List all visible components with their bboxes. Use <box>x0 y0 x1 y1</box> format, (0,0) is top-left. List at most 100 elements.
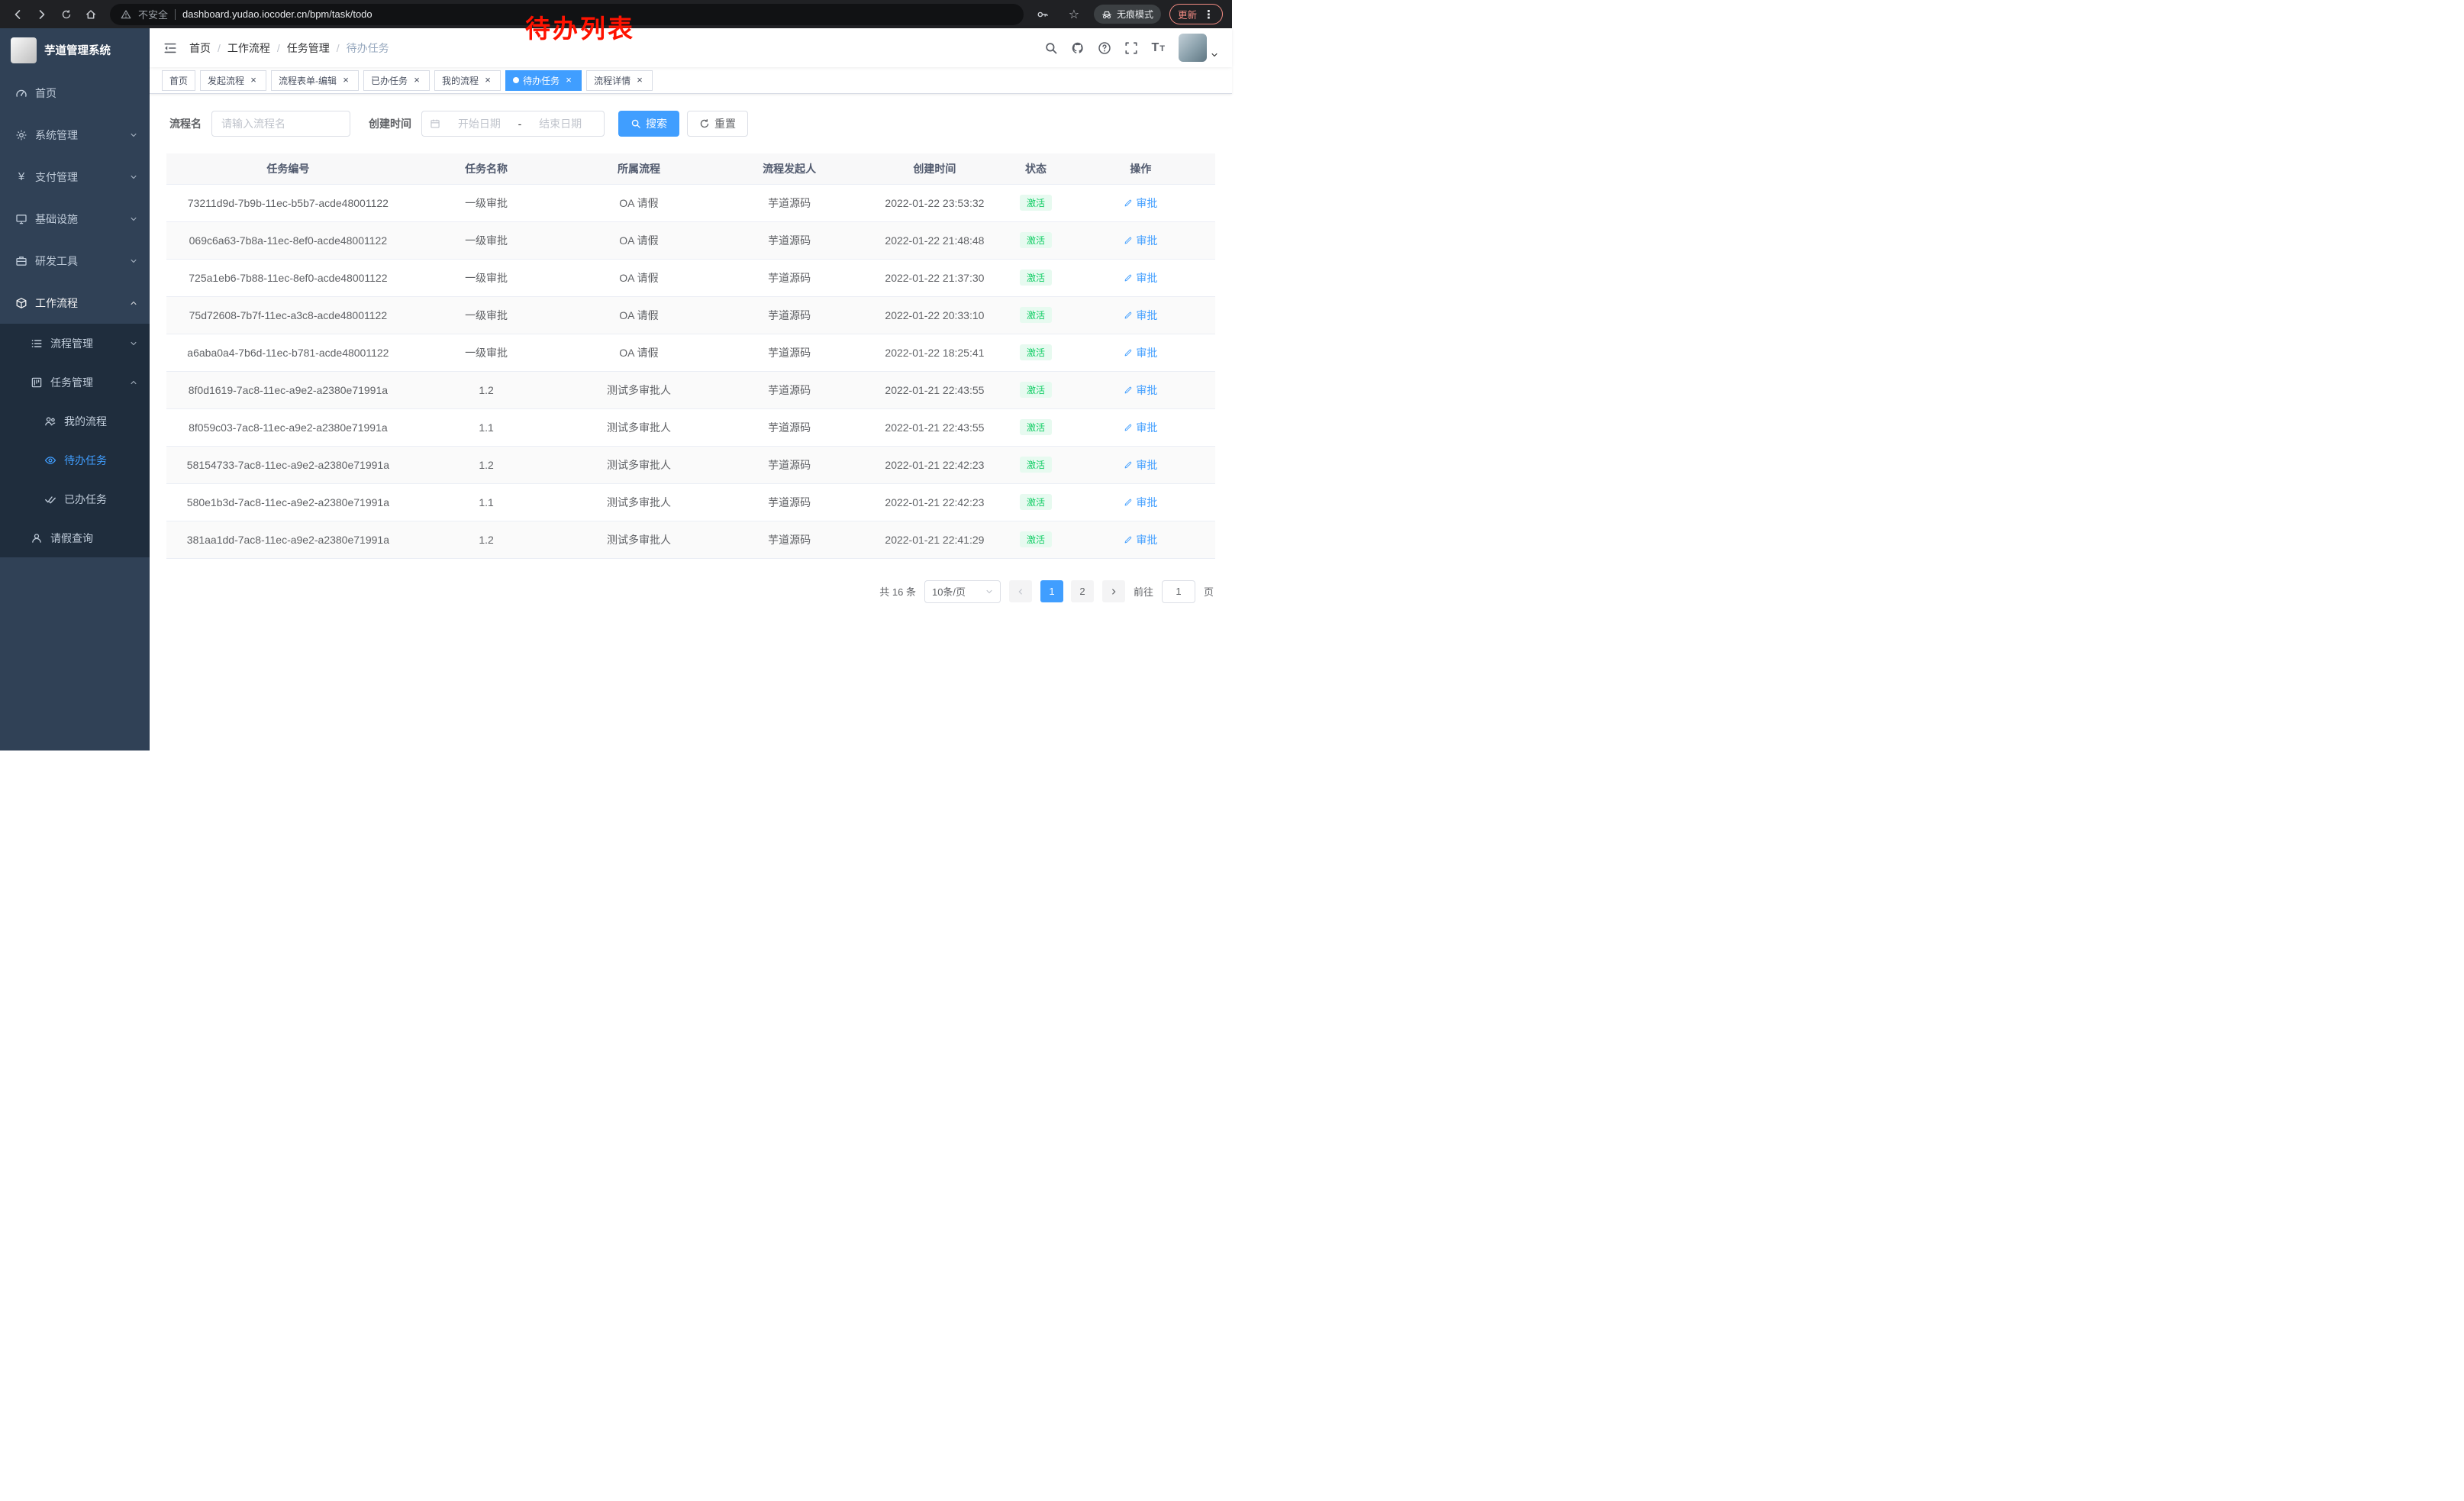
tab-label: 流程表单-编辑 <box>279 74 337 87</box>
approve-button[interactable]: 审批 <box>1124 420 1157 435</box>
sidebar-item-workflow[interactable]: 工作流程 <box>0 282 150 324</box>
cell-task-id: 069c6a63-7b8a-11ec-8ef0-acde48001122 <box>166 221 410 259</box>
cell-action: 审批 <box>1066 483 1215 521</box>
browser-reload-button[interactable] <box>55 3 78 26</box>
sidebar-toggle-button[interactable] <box>163 41 177 55</box>
password-key-button[interactable] <box>1031 3 1054 26</box>
cell-status: 激活 <box>1005 334 1066 371</box>
tabs-bar: 首页 发起流程 流程表单-编辑 已办任务 我的流程 待办任务 流程详情 <box>150 67 1232 94</box>
table-row: a6aba0a4-7b6d-11ec-b781-acde48001122 一级审… <box>166 334 1215 371</box>
cell-status: 激活 <box>1005 259 1066 296</box>
page-button-2[interactable]: 2 <box>1071 580 1094 602</box>
tab-close-icon[interactable] <box>340 75 351 86</box>
tab-close-icon[interactable] <box>634 75 645 86</box>
edit-icon <box>1124 498 1133 507</box>
fullscreen-button[interactable] <box>1124 40 1138 54</box>
edit-icon <box>1124 311 1133 320</box>
cell-initiator: 芋道源码 <box>715 184 864 221</box>
sidebar-item-dev-tools[interactable]: 研发工具 <box>0 240 150 282</box>
reset-button[interactable]: 重置 <box>687 111 748 137</box>
yen-icon <box>15 170 27 183</box>
approve-button[interactable]: 审批 <box>1124 457 1157 473</box>
sidebar-item-todo-task[interactable]: 待办任务 <box>0 441 150 479</box>
help-button[interactable] <box>1098 40 1111 54</box>
status-badge: 激活 <box>1020 195 1052 211</box>
app-logo[interactable]: 芋道管理系统 <box>0 28 150 72</box>
approve-button[interactable]: 审批 <box>1124 195 1157 211</box>
tab-close-icon[interactable] <box>563 75 574 86</box>
home-icon <box>85 8 97 21</box>
next-page-button[interactable] <box>1102 580 1125 602</box>
approve-button[interactable]: 审批 <box>1124 345 1157 360</box>
menu-label: 请假查询 <box>50 531 93 546</box>
search-button[interactable]: 搜索 <box>618 111 679 137</box>
sidebar-item-my-process[interactable]: 我的流程 <box>0 402 150 441</box>
cell-task-name: 一级审批 <box>410 296 563 334</box>
tab-0[interactable]: 首页 <box>162 70 195 91</box>
column-process: 所属流程 <box>563 153 714 184</box>
cell-status: 激活 <box>1005 221 1066 259</box>
tab-1[interactable]: 发起流程 <box>200 70 266 91</box>
kebab-menu-icon[interactable] <box>1203 8 1214 21</box>
sidebar-item-system-mgmt[interactable]: 系统管理 <box>0 114 150 156</box>
font-size-button[interactable] <box>1151 41 1166 55</box>
cell-action: 审批 <box>1066 334 1215 371</box>
tab-close-icon[interactable] <box>411 75 422 86</box>
page-size-value: 10条/页 <box>932 584 966 599</box>
approve-button[interactable]: 审批 <box>1124 495 1157 510</box>
approve-button[interactable]: 审批 <box>1124 270 1157 286</box>
tab-label: 待办任务 <box>523 74 560 87</box>
page-size-select[interactable]: 10条/页 <box>924 580 1001 603</box>
cell-task-name: 一级审批 <box>410 334 563 371</box>
star-icon <box>1069 7 1079 22</box>
sidebar-item-home[interactable]: 首页 <box>0 72 150 114</box>
goto-page-input[interactable] <box>1162 580 1195 603</box>
sidebar-item-done-task[interactable]: 已办任务 <box>0 479 150 518</box>
refresh-icon <box>699 118 710 129</box>
sidebar-item-process-mgmt[interactable]: 流程管理 <box>0 324 150 363</box>
cell-process: 测试多审批人 <box>563 521 714 558</box>
user-menu[interactable] <box>1179 34 1218 62</box>
cell-status: 激活 <box>1005 296 1066 334</box>
browser-update-button[interactable]: 更新 <box>1169 4 1223 24</box>
bookmark-button[interactable] <box>1063 3 1085 26</box>
chevron-down-icon <box>130 340 137 347</box>
tab-2[interactable]: 流程表单-编辑 <box>271 70 359 91</box>
process-name-input[interactable] <box>211 111 350 137</box>
cell-task-name: 1.1 <box>410 408 563 446</box>
github-link[interactable] <box>1071 40 1085 54</box>
approve-button[interactable]: 审批 <box>1124 383 1157 398</box>
tab-4[interactable]: 我的流程 <box>434 70 501 91</box>
cell-task-name: 1.2 <box>410 521 563 558</box>
sidebar-item-infrastructure[interactable]: 基础设施 <box>0 198 150 240</box>
cell-process: 测试多审批人 <box>563 446 714 483</box>
header-search-button[interactable] <box>1044 40 1058 54</box>
sidebar-item-task-mgmt[interactable]: 任务管理 <box>0 363 150 402</box>
tab-3[interactable]: 已办任务 <box>363 70 430 91</box>
approve-button[interactable]: 审批 <box>1124 532 1157 547</box>
page-button-1[interactable]: 1 <box>1040 580 1063 602</box>
breadcrumb-item-task-mgmt[interactable]: 任务管理 <box>287 40 330 56</box>
sidebar-item-payment-mgmt[interactable]: 支付管理 <box>0 156 150 198</box>
tab-6[interactable]: 流程详情 <box>586 70 653 91</box>
browser-back-button[interactable] <box>6 3 29 26</box>
page-content: 流程名 创建时间 开始日期 - 结束日期 搜索 重置 <box>150 94 1232 750</box>
sidebar-item-leave-query[interactable]: 请假查询 <box>0 518 150 557</box>
breadcrumb-item-home[interactable]: 首页 <box>189 40 211 56</box>
key-icon <box>1037 8 1049 21</box>
approve-button[interactable]: 审批 <box>1124 308 1157 323</box>
breadcrumb-item-workflow[interactable]: 工作流程 <box>227 40 270 56</box>
tab-close-icon[interactable] <box>248 75 259 86</box>
prev-page-button[interactable] <box>1009 580 1032 602</box>
app-frame: 芋道管理系统 首页 系统管理 支付管理 基础设施 <box>0 28 1232 750</box>
address-bar[interactable]: 不安全 dashboard.yudao.iocoder.cn/bpm/task/… <box>110 4 1024 25</box>
browser-forward-button[interactable] <box>31 3 53 26</box>
browser-home-button[interactable] <box>79 3 102 26</box>
cell-task-name: 一级审批 <box>410 221 563 259</box>
cell-action: 审批 <box>1066 408 1215 446</box>
tab-5[interactable]: 待办任务 <box>505 70 582 91</box>
date-range-picker[interactable]: 开始日期 - 结束日期 <box>421 111 605 137</box>
approve-button[interactable]: 审批 <box>1124 233 1157 248</box>
start-date-placeholder: 开始日期 <box>443 116 515 131</box>
tab-close-icon[interactable] <box>482 75 493 86</box>
